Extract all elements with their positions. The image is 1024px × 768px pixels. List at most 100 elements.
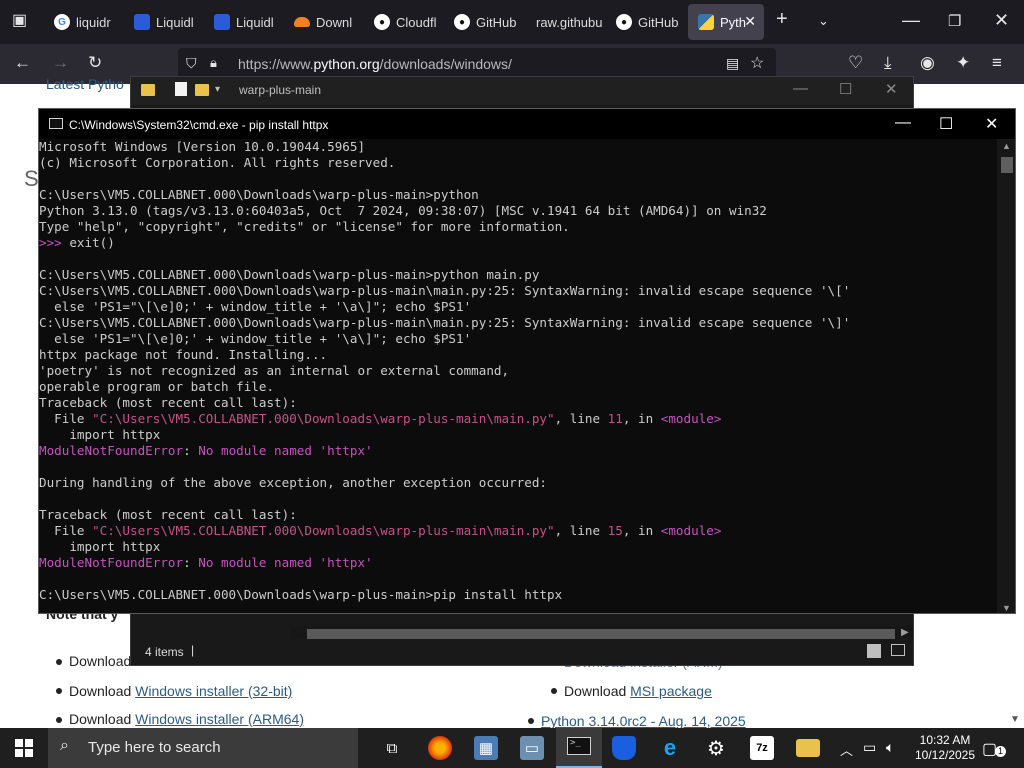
scroll-right-icon[interactable]: ▶	[901, 627, 909, 638]
firefox-icon[interactable]	[428, 736, 452, 760]
terminal-text: else 'PS1="\[\e]0;' + window_title + '\a…	[39, 331, 472, 346]
file-explorer-icon[interactable]	[796, 739, 820, 757]
restore-icon[interactable]: ❐	[948, 12, 961, 30]
explorer-minimize-icon[interactable]: —	[793, 80, 808, 97]
tab-overview-icon[interactable]: ▣	[12, 10, 27, 30]
page-scroll-down-icon[interactable]: ▼	[1010, 714, 1020, 725]
terminal-text: C:\Users\VM5.COLLABNET.000\Downloads\war…	[39, 283, 851, 298]
tracking-shield-icon[interactable]: ⛉	[186, 55, 197, 72]
tab-6[interactable]: ● GitHub	[444, 4, 522, 40]
tab-python-active[interactable]: Pyth ✕	[688, 4, 764, 40]
terminal-text: C:\Users\VM5.COLLABNET.000\Downloads\war…	[39, 267, 540, 282]
details-view-icon[interactable]	[867, 644, 881, 658]
terminal-line: During handling of the above exception, …	[39, 475, 997, 491]
scrollbar-thumb[interactable]	[1001, 157, 1013, 173]
edge-ie-icon[interactable]: e	[658, 735, 682, 760]
reader-view-icon[interactable]: ▤	[726, 55, 739, 72]
lock-icon[interactable]: 🔒︎	[210, 55, 217, 71]
cmd-close-icon[interactable]: ✕	[985, 114, 998, 134]
windows-installer-32bit-link[interactable]: Windows installer (32-bit)	[135, 683, 292, 699]
terminal-line: httpx package not found. Installing...	[39, 347, 997, 363]
terminal-line: ModuleNotFoundError: No module named 'ht…	[39, 555, 997, 571]
traceback-module: <module>	[660, 523, 722, 538]
explorer-maximize-icon[interactable]: ☐	[839, 80, 852, 98]
download-arm64-row: Download Windows installer (ARM64)	[69, 711, 304, 727]
control-panel-icon[interactable]: ▦	[474, 736, 498, 760]
terminal-text: else 'PS1="\[\e]0;' + window_title + '\a…	[39, 299, 472, 314]
tab-2[interactable]: Liquidl	[124, 4, 202, 40]
tab-5[interactable]: ● Cloudfl	[364, 4, 442, 40]
new-folder-icon[interactable]	[195, 84, 209, 96]
shield-vpn-icon[interactable]	[612, 736, 636, 760]
tray-chevron-up-icon[interactable]: ︿	[840, 740, 853, 759]
terminal-text: 'poetry' is not recognized as an interna…	[39, 363, 510, 378]
tab-3[interactable]: Liquidl	[204, 4, 282, 40]
explorer-title: warp-plus-main	[239, 83, 322, 97]
bullet	[551, 688, 557, 694]
error-message: No module named 'httpx'	[198, 555, 373, 570]
minimize-icon[interactable]: —	[902, 10, 920, 31]
taskbar: ⌕ Type here to search ⧉ ▦ ▭ >_ e ⚙ 7z ︿ …	[0, 728, 1024, 768]
properties-icon[interactable]	[175, 82, 187, 96]
release-link[interactable]: Python 3.14.0rc2 - Aug. 14, 2025	[541, 713, 746, 729]
terminal-text: File	[39, 411, 93, 426]
back-arrow-icon[interactable]: ←	[14, 53, 31, 73]
msi-package-link[interactable]: MSI package	[630, 683, 712, 699]
terminal-text: Python 3.13.0 (tags/v3.13.0:60403a5, Oct…	[39, 203, 767, 218]
terminal-line: 'poetry' is not recognized as an interna…	[39, 363, 997, 379]
terminal-line: else 'PS1="\[\e]0;' + window_title + '\a…	[39, 299, 997, 315]
tab-4[interactable]: Downl	[284, 4, 362, 40]
clock[interactable]: 10:32 AM 10/12/2025	[910, 733, 980, 763]
pocket-icon[interactable]: ♡	[848, 53, 863, 73]
shield-icon	[214, 14, 230, 30]
scroll-up-icon[interactable]: ▲	[1002, 141, 1011, 151]
reload-icon[interactable]: ↻	[88, 53, 102, 73]
7zip-icon[interactable]: 7z	[750, 736, 774, 760]
cmd-minimize-icon[interactable]: —	[895, 114, 911, 132]
clock-time: 10:32 AM	[919, 733, 971, 747]
cmd-title: C:\Windows\System32\cmd.exe - pip instal…	[69, 118, 329, 132]
taskbar-cmd-active[interactable]: >_	[556, 728, 602, 768]
terminal-text: File	[39, 523, 93, 538]
forward-arrow-icon[interactable]: →	[52, 53, 69, 73]
cmd-vertical-scrollbar[interactable]: ▲ ▼	[997, 139, 1015, 613]
account-icon[interactable]: ◉	[920, 53, 935, 73]
traceback-file-path: "C:\Users\VM5.COLLABNET.000\Downloads\wa…	[92, 523, 555, 538]
taskbar-search-box[interactable]: ⌕ Type here to search	[48, 728, 358, 768]
terminal-text: import httpx	[39, 539, 161, 554]
tab-1[interactable]: G liquidr	[44, 4, 122, 40]
traceback-file-path: "C:\Users\VM5.COLLABNET.000\Downloads\wa…	[92, 411, 555, 426]
explorer-close-icon[interactable]: ✕	[885, 80, 898, 98]
download-icon[interactable]: ⤓	[884, 53, 892, 73]
windows-installer-arm64-link[interactable]: Windows installer (ARM64)	[135, 711, 304, 727]
new-tab-icon[interactable]: +	[776, 8, 788, 31]
terminal-line: >>> exit()	[39, 235, 997, 251]
close-icon[interactable]: ✕	[994, 10, 1009, 31]
chevron-down-icon[interactable]: ⌄	[818, 13, 829, 29]
terminal-output[interactable]: Microsoft Windows [Version 10.0.19044.59…	[39, 139, 997, 613]
bookmark-star-icon[interactable]: ☆	[750, 53, 764, 73]
windows-start-icon[interactable]	[15, 739, 33, 757]
network-icon[interactable]: ▭	[863, 739, 876, 756]
cmd-icon	[49, 118, 63, 129]
page-top-link[interactable]: Latest Pytho	[46, 76, 124, 92]
large-icons-view-icon[interactable]	[891, 644, 905, 656]
remote-desktop-icon[interactable]: ▭	[520, 736, 544, 760]
menu-icon[interactable]: ≡	[992, 53, 1002, 73]
cmd-maximize-icon[interactable]: ☐	[939, 114, 953, 134]
settings-gear-icon[interactable]: ⚙	[704, 736, 728, 760]
terminal-text: Traceback (most recent call last):	[39, 507, 297, 522]
terminal-text: (c) Microsoft Corporation. All rights re…	[39, 155, 396, 170]
extensions-icon[interactable]: ✦	[956, 53, 970, 73]
tab-8[interactable]: ● GitHub	[606, 4, 684, 40]
close-tab-icon[interactable]: ✕	[744, 13, 756, 30]
browser-tab-bar: ▣ G liquidr Liquidl Liquidl Downl ● Clou…	[0, 0, 1024, 44]
explorer-status-bar: 4 items |	[131, 639, 913, 665]
quick-access-dropdown-icon[interactable]: ▾	[215, 84, 220, 95]
tab-7[interactable]: raw.githubu	[526, 4, 606, 40]
volume-muted-icon[interactable]: 🔈︎	[886, 739, 894, 756]
task-view-icon[interactable]: ⧉	[380, 736, 404, 760]
terminal-line: import httpx	[39, 539, 997, 555]
scroll-down-icon[interactable]: ▼	[1002, 603, 1011, 613]
